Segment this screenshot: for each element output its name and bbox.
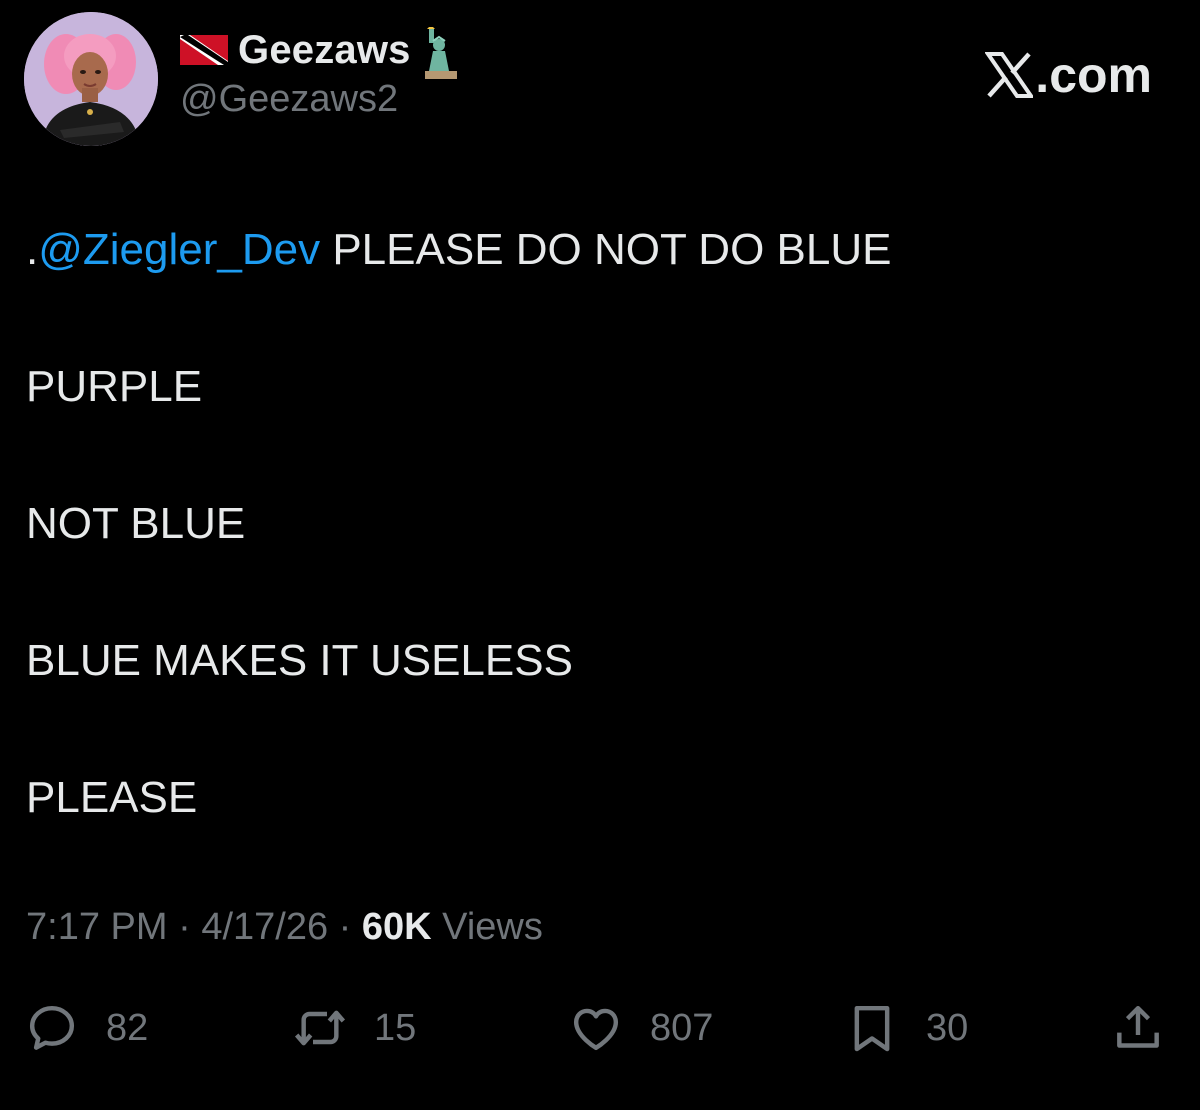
- x-logo-icon: [985, 52, 1034, 98]
- meta-separator: ·: [328, 906, 362, 948]
- statue-of-liberty-icon: [421, 25, 461, 79]
- post-date[interactable]: 4/17/26: [201, 906, 328, 948]
- repost-button[interactable]: 15: [292, 1000, 416, 1056]
- meta-separator: ·: [167, 906, 202, 948]
- avatar-illustration: [24, 12, 158, 146]
- tweet-line-3: NOT BLUE: [26, 499, 246, 548]
- bookmark-count: 30: [926, 1006, 969, 1049]
- post-time[interactable]: 7:17 PM: [26, 906, 168, 948]
- tweet-line-4: BLUE MAKES IT USELESS: [26, 636, 573, 685]
- share-button[interactable]: [1110, 1000, 1166, 1056]
- author-info[interactable]: Geezaws @Geezaws2: [180, 25, 461, 121]
- tweet-line-5: PLEASE: [26, 773, 198, 822]
- bookmark-button[interactable]: 30: [844, 1000, 968, 1056]
- reply-count: 82: [106, 1006, 149, 1049]
- like-count: 807: [650, 1006, 714, 1049]
- repost-count: 15: [374, 1006, 417, 1049]
- tweet-line-2: PURPLE: [26, 362, 203, 411]
- bookmark-icon: [854, 1005, 890, 1052]
- post-header: Geezaws @Geezaws2 .com: [24, 12, 1176, 152]
- tweet-line-1-text: PLEASE DO NOT DO BLUE: [320, 225, 892, 274]
- like-button[interactable]: 807: [568, 1000, 713, 1056]
- heart-icon: [573, 1008, 619, 1051]
- repost-icon: [294, 1010, 346, 1046]
- display-name-row: Geezaws: [180, 25, 461, 79]
- action-bar: 82 15 807 30: [24, 1000, 1170, 1060]
- site-logo: .com: [985, 46, 1152, 104]
- tweet-text: .@Ziegler_Dev PLEASE DO NOT DO BLUE PURP…: [26, 222, 1166, 907]
- avatar[interactable]: [24, 12, 158, 146]
- display-name[interactable]: Geezaws: [238, 28, 411, 73]
- reply-button[interactable]: 82: [24, 1000, 148, 1056]
- views-count: 60K: [361, 906, 432, 948]
- views-label: Views: [431, 906, 543, 948]
- handle[interactable]: @Geezaws2: [180, 78, 461, 121]
- mention-prefix: .: [26, 225, 39, 274]
- site-domain: .com: [1035, 47, 1152, 103]
- trinidad-tobago-flag-icon: [180, 35, 228, 65]
- tweet-line-1: .@Ziegler_Dev PLEASE DO NOT DO BLUE: [26, 222, 1166, 278]
- mention-link[interactable]: @Ziegler_Dev: [38, 225, 320, 274]
- reply-icon: [29, 1005, 75, 1050]
- post-meta: 7:17 PM · 4/17/26 · 60K Views: [26, 906, 543, 949]
- share-icon: [1117, 1005, 1159, 1048]
